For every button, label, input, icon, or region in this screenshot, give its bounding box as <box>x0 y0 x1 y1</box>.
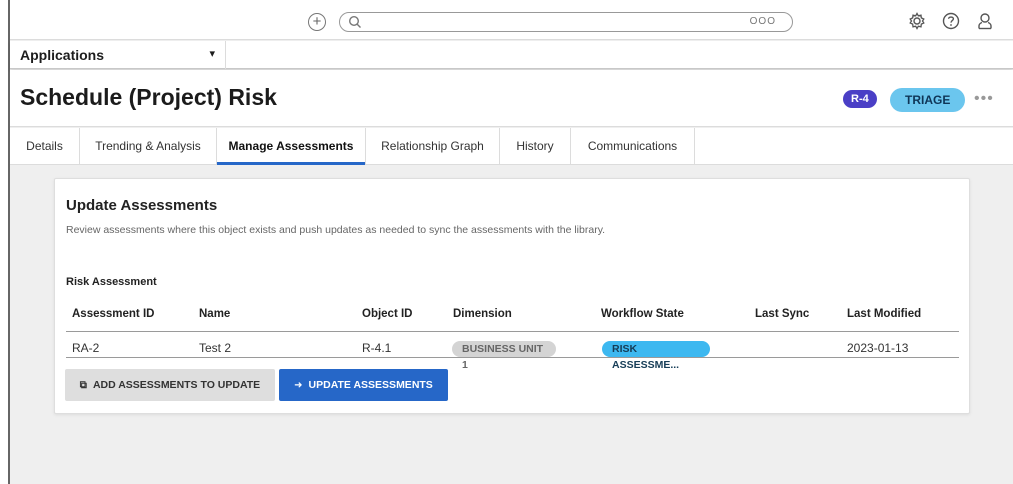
cell-last-modified: 2023-01-13 <box>847 341 909 355</box>
column-header-assessment-id: Assessment ID <box>72 308 155 320</box>
help-icon[interactable] <box>941 11 961 31</box>
add-assessments-button[interactable]: ⧉ ADD ASSESSMENTS TO UPDATE <box>65 369 275 401</box>
update-assessments-label: UPDATE ASSESSMENTS <box>308 379 433 391</box>
column-header-dimension: Dimension <box>453 308 512 320</box>
applications-dropdown[interactable]: Applications ▾ <box>10 41 226 69</box>
plus-circle-icon[interactable]: + <box>308 13 326 31</box>
search-options[interactable]: OOO <box>750 16 776 27</box>
table-header-divider <box>66 331 959 332</box>
cell-object-id: R-4.1 <box>362 341 392 355</box>
push-icon: ➜ <box>294 380 303 391</box>
card-description: Review assessments where this object exi… <box>66 224 606 236</box>
record-header: Schedule (Project) Risk R-4 TRIAGE ••• <box>10 70 1013 127</box>
search-input[interactable]: OOO <box>339 12 793 32</box>
update-assessments-card: Update Assessments Review assessments wh… <box>54 178 970 414</box>
section-label: Risk Assessment <box>66 276 157 288</box>
chevron-down-icon: ▾ <box>209 48 215 60</box>
add-assessments-label: ADD ASSESSMENTS TO UPDATE <box>92 379 261 391</box>
app-frame: + OOO Applications ▾ Schedule (Project) … <box>8 0 1013 484</box>
applications-bar: Applications ▾ <box>10 41 1013 69</box>
more-options-button[interactable]: ••• <box>974 90 994 108</box>
workflow-state-badge: RISK ASSESSME... <box>602 341 710 371</box>
record-id-badge: R-4 <box>843 90 877 108</box>
column-header-workflow-state: Workflow State <box>601 308 684 320</box>
search-icon <box>348 15 361 28</box>
cell-name: Test 2 <box>199 341 232 355</box>
tab-manage-assessments[interactable]: Manage Assessments <box>217 128 366 165</box>
column-header-object-id: Object ID <box>362 308 413 320</box>
page-title: Schedule (Project) Risk <box>20 84 277 110</box>
table-row-divider <box>66 357 959 358</box>
card-title: Update Assessments <box>66 197 218 214</box>
column-header-last-modified: Last Modified <box>847 308 922 320</box>
update-assessments-button[interactable]: ➜ UPDATE ASSESSMENTS <box>279 369 448 401</box>
column-header-last-sync: Last Sync <box>755 308 810 320</box>
tab-relationship-graph[interactable]: Relationship Graph <box>366 128 500 165</box>
cell-assessment-id: RA-2 <box>72 341 100 355</box>
gear-icon[interactable] <box>907 11 927 31</box>
tab-history[interactable]: History <box>500 128 571 165</box>
applications-label: Applications <box>20 47 105 63</box>
tab-communications[interactable]: Communications <box>571 128 695 165</box>
top-bar: + OOO <box>10 0 1013 40</box>
dimension-badge: BUSINESS UNIT 1 <box>452 341 556 371</box>
tab-bar: Details Trending & Analysis Manage Asses… <box>10 128 1013 165</box>
user-icon[interactable] <box>975 11 995 31</box>
copy-icon: ⧉ <box>79 380 87 391</box>
status-badge[interactable]: TRIAGE <box>890 88 966 112</box>
column-header-name: Name <box>199 308 231 320</box>
tab-trending-analysis[interactable]: Trending & Analysis <box>80 128 217 165</box>
tab-details[interactable]: Details <box>10 128 80 165</box>
